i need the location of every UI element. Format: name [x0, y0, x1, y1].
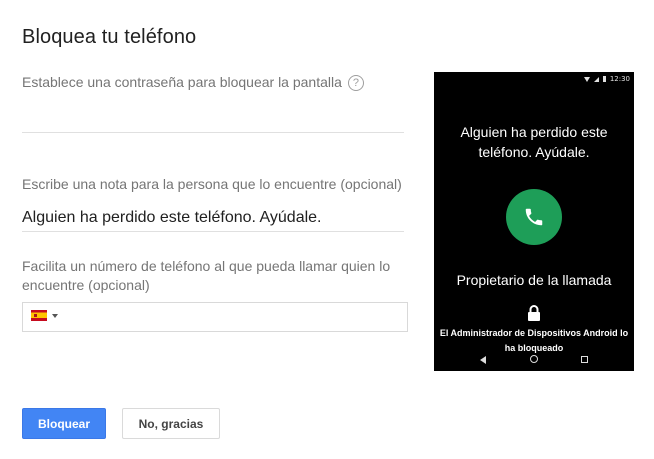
password-label-text: Establece una contraseña para bloquear l… — [22, 74, 342, 90]
page-title: Bloquea tu teléfono — [22, 26, 197, 48]
note-label: Escribe una nota para la persona que lo … — [22, 176, 402, 192]
spain-flag-icon — [31, 310, 47, 321]
note-input[interactable] — [22, 204, 404, 232]
no-thanks-button[interactable]: No, gracias — [122, 408, 220, 439]
password-label: Establece una contraseña para bloquear l… — [22, 73, 364, 92]
chevron-down-icon — [52, 313, 58, 318]
phone-number-field — [22, 302, 408, 333]
battery-icon — [602, 76, 606, 82]
lock-screen-preview: 12:30 Alguien ha perdido este teléfono. … — [434, 72, 634, 371]
call-button[interactable] — [506, 189, 562, 245]
country-selector[interactable] — [31, 310, 58, 321]
phone-number-input[interactable] — [67, 303, 403, 333]
back-icon — [480, 356, 486, 364]
recents-icon — [581, 356, 588, 363]
preview-message: Alguien ha perdido este teléfono. Ayúdal… — [460, 124, 608, 160]
home-icon — [530, 355, 538, 363]
phone-label: Facilita un número de teléfono al que pu… — [22, 258, 391, 293]
signal-icon — [593, 76, 599, 82]
status-time: 12:30 — [609, 75, 630, 83]
phone-icon — [525, 208, 543, 226]
wifi-icon — [583, 76, 590, 82]
nav-bar — [434, 355, 634, 365]
password-input[interactable] — [22, 104, 404, 133]
status-bar: 12:30 — [583, 74, 630, 84]
owner-call-label: Propietario de la llamada — [456, 272, 612, 288]
lock-icon — [528, 305, 540, 321]
lock-button[interactable]: Bloquear — [22, 408, 106, 439]
help-icon[interactable]: ? — [347, 75, 364, 91]
admin-message: El Administrador de Dispositivos Android… — [439, 328, 629, 353]
